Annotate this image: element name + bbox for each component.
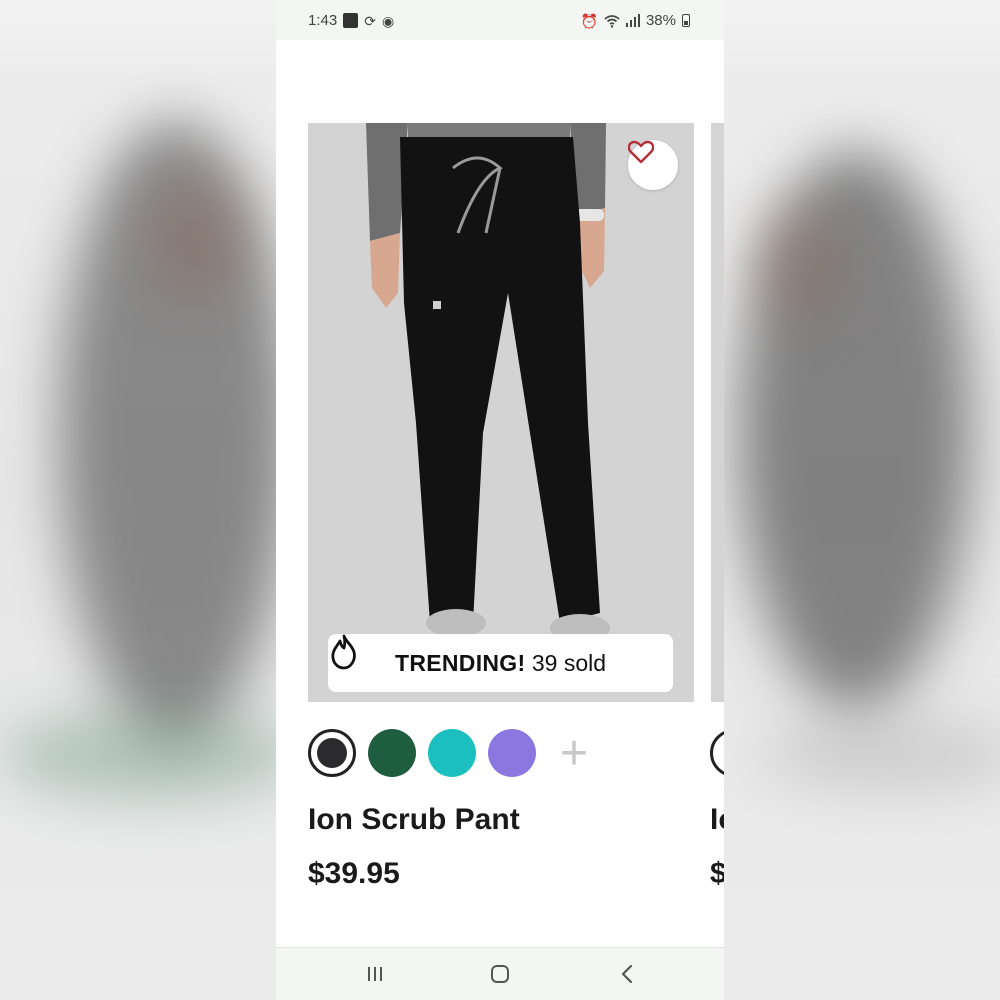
trending-label: TRENDING! xyxy=(394,649,526,676)
heart-icon xyxy=(628,140,654,164)
pants-photo xyxy=(308,123,694,702)
trending-text: TRENDING! 39 sold xyxy=(395,650,606,677)
phone-screen: 1:43 ⟳ ◉ ⏰ 38% TRENDING! 39 sold + Ion S… xyxy=(276,0,724,1000)
more-colors-button[interactable]: + xyxy=(550,727,598,780)
sync-icon: ⟳ xyxy=(364,12,376,29)
flame-icon xyxy=(331,634,356,670)
color-swatches: + xyxy=(308,727,598,780)
alarm-icon: ⏰ xyxy=(580,12,598,29)
status-time: 1:43 xyxy=(308,12,338,29)
next-product-swatch[interactable] xyxy=(710,729,724,777)
battery-percent: 38% xyxy=(645,12,676,29)
recents-icon xyxy=(368,967,382,981)
swatch-lavender[interactable] xyxy=(488,729,536,777)
product-price: $39.95 xyxy=(308,857,400,890)
status-bar: 1:43 ⟳ ◉ ⏰ 38% xyxy=(276,0,724,40)
swatch-black[interactable] xyxy=(308,729,356,777)
wifi-icon xyxy=(604,14,620,28)
next-product-price: $ xyxy=(710,857,724,890)
sold-count: 39 sold xyxy=(525,649,607,676)
swatch-teal[interactable] xyxy=(428,729,476,777)
swatch-green[interactable] xyxy=(368,729,416,777)
signal-icon xyxy=(625,14,640,27)
recents-button[interactable] xyxy=(360,962,390,986)
next-product-image[interactable] xyxy=(711,123,724,702)
home-icon xyxy=(491,965,509,983)
navigation-bar xyxy=(276,947,724,1000)
app-icon xyxy=(343,13,359,28)
home-button[interactable] xyxy=(485,962,515,986)
product-image[interactable]: TRENDING! 39 sold xyxy=(308,123,694,702)
product-title[interactable]: Ion Scrub Pant xyxy=(308,803,520,837)
back-button[interactable] xyxy=(612,962,642,986)
battery-icon xyxy=(682,14,690,27)
record-icon: ◉ xyxy=(381,12,395,29)
back-icon xyxy=(621,964,633,984)
product-card[interactable]: TRENDING! 39 sold xyxy=(308,123,694,702)
trending-badge: TRENDING! 39 sold xyxy=(328,634,673,692)
next-product-title[interactable]: Io xyxy=(710,803,724,837)
favorite-button[interactable] xyxy=(628,140,678,190)
